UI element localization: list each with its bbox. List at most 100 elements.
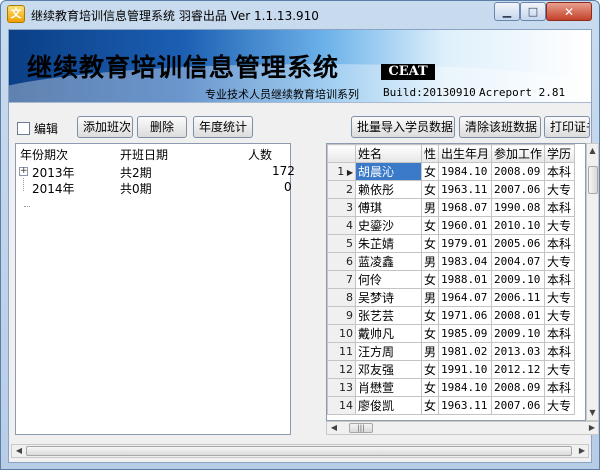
cell-sex[interactable]: 女 (420, 180, 440, 199)
col-header-edu[interactable]: 学历 (544, 144, 576, 163)
cell-name[interactable]: 赖依彤 (355, 180, 422, 199)
cell-work[interactable]: 2005.06 (491, 234, 546, 253)
cell-work[interactable]: 2009.10 (491, 270, 546, 289)
cell-sex[interactable]: 女 (420, 306, 440, 325)
table-row[interactable]: 12 邓友强女 1991.10 2012.12 大专 (327, 360, 576, 379)
scroll-left-icon[interactable]: ◀ (13, 445, 25, 457)
cell-sex[interactable]: 女 (420, 396, 440, 415)
cell-birth[interactable]: 1984.10 (438, 162, 493, 181)
table-row[interactable]: 8 吴梦诗男 1964.07 2006.11 大专 (327, 288, 576, 307)
cell-work[interactable]: 2012.12 (491, 360, 546, 379)
table-row[interactable]: 13 肖懋萱女 1984.10 2008.09 本科 (327, 378, 576, 397)
edit-checkbox[interactable]: 编辑 (17, 120, 58, 137)
cell-name[interactable]: 吴梦诗 (355, 288, 422, 307)
row-number-header[interactable] (327, 144, 356, 163)
scroll-up-icon[interactable]: ▲ (587, 145, 598, 157)
cell-sex[interactable]: 女 (420, 270, 440, 289)
header-count[interactable]: 人数 (248, 146, 272, 163)
cell-work[interactable]: 2008.09 (491, 162, 546, 181)
scroll-thumb[interactable] (588, 166, 598, 194)
table-row[interactable]: 2 赖依彤女 1963.11 2007.06 大专 (327, 180, 576, 199)
tree-row[interactable]: 2014年 共0期 0 (16, 180, 292, 207)
cell-birth[interactable]: 1981.02 (438, 342, 493, 361)
row-number[interactable]: 5 (327, 234, 356, 253)
clear-class-button[interactable]: 清除该班数据 (459, 116, 541, 138)
cell-edu[interactable]: 本科 (544, 324, 576, 343)
row-number[interactable]: 13 (327, 378, 356, 397)
table-row[interactable]: 1 ▶ 胡晨沁女 1984.10 2008.09 本科 (327, 162, 576, 181)
row-number[interactable]: 1 ▶ (327, 162, 356, 181)
cell-sex[interactable]: 女 (420, 234, 440, 253)
cell-name[interactable]: 汪方周 (355, 342, 422, 361)
cell-work[interactable]: 2013.03 (491, 342, 546, 361)
cell-name[interactable]: 傅琪 (355, 198, 422, 217)
tree-row[interactable]: + 2013年 共2期 172 (16, 164, 295, 191)
row-number[interactable]: 12 (327, 360, 356, 379)
table-row[interactable]: 4 史鎏沙女 1960.01 2010.10 大专 (327, 216, 576, 235)
title-bar[interactable]: 文 继续教育培训信息管理系统 羽睿出品 Ver 1.1.13.910 ▁ □ ✕ (1, 1, 599, 27)
cell-sex[interactable]: 男 (420, 288, 440, 307)
scroll-thumb[interactable] (26, 446, 572, 456)
cell-name[interactable]: 张艺芸 (355, 306, 422, 325)
table-row[interactable]: 5 朱芷婧女 1979.01 2005.06 本科 (327, 234, 576, 253)
cell-edu[interactable]: 大专 (544, 306, 576, 325)
table-row[interactable]: 14 廖俊凯女 1963.11 2007.06 大专 (327, 396, 576, 415)
cell-edu[interactable]: 大专 (544, 396, 576, 415)
cell-name[interactable]: 史鎏沙 (355, 216, 422, 235)
row-number[interactable]: 2 (327, 180, 356, 199)
main-horizontal-scrollbar[interactable]: ◀ ▶ (11, 444, 589, 458)
cell-sex[interactable]: 男 (420, 342, 440, 361)
cell-work[interactable]: 2008.09 (491, 378, 546, 397)
cell-birth[interactable]: 1983.04 (438, 252, 493, 271)
cell-sex[interactable]: 女 (420, 360, 440, 379)
cell-edu[interactable]: 本科 (544, 234, 576, 253)
row-number[interactable]: 8 (327, 288, 356, 307)
col-header-sex[interactable]: 性 (420, 144, 440, 163)
row-number[interactable]: 4 (327, 216, 356, 235)
cell-name[interactable]: 肖懋萱 (355, 378, 422, 397)
table-row[interactable]: 3 傅琪男 1968.07 1990.08 本科 (327, 198, 576, 217)
cell-birth[interactable]: 1985.09 (438, 324, 493, 343)
cell-birth[interactable]: 1968.07 (438, 198, 493, 217)
cell-name[interactable]: 戴帅凡 (355, 324, 422, 343)
cell-birth[interactable]: 1963.11 (438, 396, 493, 415)
table-row[interactable]: 6 蓝凌鑫男 1983.04 2004.07 大专 (327, 252, 576, 271)
cell-sex[interactable]: 女 (420, 378, 440, 397)
checkbox-box[interactable] (17, 122, 30, 135)
cell-birth[interactable]: 1991.10 (438, 360, 493, 379)
row-number[interactable]: 14 (327, 396, 356, 415)
header-open-date[interactable]: 开班日期 (120, 146, 168, 163)
cell-edu[interactable]: 大专 (544, 288, 576, 307)
cell-edu[interactable]: 大专 (544, 216, 576, 235)
cell-work[interactable]: 2007.06 (491, 180, 546, 199)
grid-horizontal-scrollbar[interactable]: ◀ ||| ▶ (326, 421, 599, 435)
row-number[interactable]: 11 (327, 342, 356, 361)
cell-birth[interactable]: 1988.01 (438, 270, 493, 289)
scroll-thumb[interactable]: ||| (349, 423, 373, 433)
cell-edu[interactable]: 本科 (544, 198, 576, 217)
table-row[interactable]: 11 汪方周男 1981.02 2013.03 本科 (327, 342, 576, 361)
cell-work[interactable]: 2009.10 (491, 324, 546, 343)
table-row[interactable]: 10 戴帅凡女 1985.09 2009.10 本科 (327, 324, 576, 343)
batch-import-button[interactable]: 批量导入学员数据 (351, 116, 455, 138)
scroll-right-icon[interactable]: ▶ (576, 445, 588, 457)
cell-work[interactable]: 2008.01 (491, 306, 546, 325)
cell-work[interactable]: 2010.10 (491, 216, 546, 235)
add-class-button[interactable]: 添加班次 (77, 116, 133, 138)
cell-edu[interactable]: 本科 (544, 342, 576, 361)
delete-button[interactable]: 删除 (137, 116, 187, 138)
row-number[interactable]: 3 (327, 198, 356, 217)
header-year-period[interactable]: 年份期次 (20, 146, 68, 163)
cell-name[interactable]: 何伶 (355, 270, 422, 289)
cell-sex[interactable]: 男 (420, 198, 440, 217)
cell-sex[interactable]: 女 (420, 216, 440, 235)
cell-birth[interactable]: 1964.07 (438, 288, 493, 307)
cell-birth[interactable]: 1979.01 (438, 234, 493, 253)
print-cert-button[interactable]: 打印证书 (544, 116, 590, 138)
row-number[interactable]: 9 (327, 306, 356, 325)
expand-icon[interactable]: + (19, 167, 28, 176)
row-number[interactable]: 10 (327, 324, 356, 343)
year-stats-button[interactable]: 年度统计 (193, 116, 253, 138)
student-grid[interactable]: 姓名 性 出生年月 参加工作 学历 1 ▶ 胡晨沁女 1984.10 2008.09 本… (326, 143, 586, 421)
scroll-left-icon[interactable]: ◀ (328, 422, 340, 434)
